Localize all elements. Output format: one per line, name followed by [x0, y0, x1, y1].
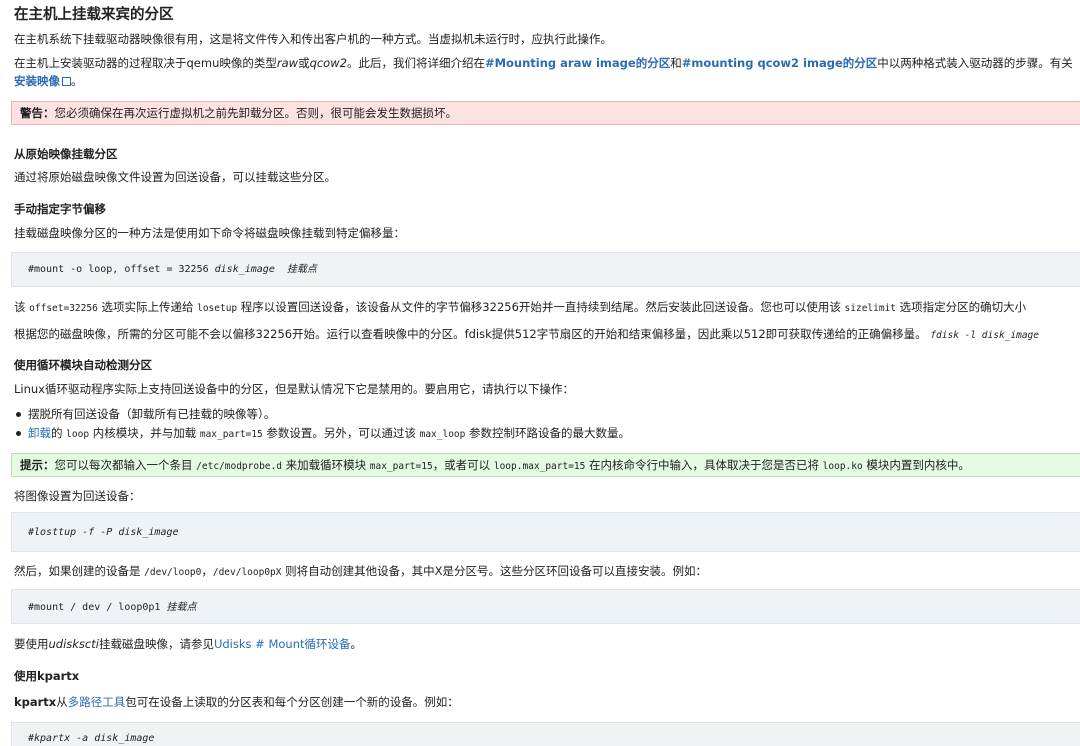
text: 挂载磁盘映像，请参见 [98, 637, 214, 651]
section-text-loop-module: Linux循环驱动程序实际上支持回送设备中的分区，但是默认情况下它是禁用的。要启… [14, 382, 574, 396]
text: 则将自动创建其他设备，其中X是分区号。这些分区环回设备可以直接安装。例如： [281, 564, 708, 578]
warning-box: 警告：您必须确保在再次运行虚拟机之前先卸载分区。否则，很可能会发生数据损坏。 [11, 101, 1080, 125]
text: 然后，如果创建的设备是 [14, 564, 145, 578]
link-udisks-mount[interactable]: Udisks # Mount循环设备 [214, 637, 351, 651]
inline-code-max-loop: max_loop [419, 429, 466, 440]
text-raw: raw [276, 56, 299, 70]
link-multipath-tools[interactable]: 多路径工具 [68, 695, 126, 709]
link-unload[interactable]: 卸载 [28, 426, 51, 440]
intro-paragraph-2-cont: 安装映像。 [14, 73, 83, 89]
steps-list: 摆脱所有回送设备（卸载所有已挂载的映像等）。 卸载的 loop 内核模块，并与加… [14, 405, 630, 444]
text: 在主机上安装驱动器的过程取决于qemu映像的类型 [14, 56, 277, 70]
text: 从 [56, 695, 68, 709]
text: 。 [71, 74, 83, 88]
text: 选项实际上传递给 [97, 300, 198, 314]
text-qcow2: qcow2 [309, 56, 347, 70]
text: 或 [298, 56, 310, 70]
inline-code-fdisk: fdisk -l disk_image [930, 330, 1039, 341]
text: 参数设置。另外，可以通过该 [262, 426, 420, 440]
intro-paragraph-2: 在主机上安装驱动器的过程取决于qemu映像的类型raw或qcow2。此后，我们将… [14, 55, 1073, 71]
code-text: #losttup -f -P [28, 527, 119, 538]
text: 要使用 [14, 637, 49, 651]
inline-code-loop0: /dev/loop0 [144, 567, 202, 578]
text: 。 [350, 637, 363, 651]
external-link-icon [62, 77, 71, 86]
text: 的 [51, 426, 67, 440]
text: 您可以每次都输入一个条目 [54, 458, 197, 472]
inline-code-max-part: max_part=15 [199, 429, 263, 440]
section-heading-raw-image: 从原始映像挂载分区 [14, 147, 118, 161]
warning-label: 警告： [20, 106, 55, 120]
text: 参数控制环路设备的最大数量。 [465, 426, 631, 440]
text: 根据您的磁盘映像，所需的分区可能不会以偏移32256开始。运行以查看映像中的分区… [14, 327, 927, 341]
section-heading-loop-module: 使用循环模块自动检测分区 [14, 358, 152, 372]
code-block-kpartx: #kpartx -a disk_image [11, 722, 1080, 746]
page-title: 在主机上挂载来宾的分区 [14, 7, 174, 23]
link-mount-image[interactable]: 安装映像 [14, 74, 71, 88]
code-mount-point: 挂载点 [286, 264, 317, 275]
inline-code-losetup: losetup [197, 303, 238, 314]
text: 包可在设备上读取的分区表和每个分区创建一个新的设备。例如： [125, 695, 459, 709]
text: 内核模块，并与加载 [89, 426, 200, 440]
text: 和 [670, 56, 682, 70]
code-disk-image: disk_image [118, 527, 179, 538]
paragraph-udisks: 要使用udiskscti挂载磁盘映像，请参见Udisks # Mount循环设备… [14, 636, 362, 652]
text: 该 [14, 300, 30, 314]
inline-code-loop: loop [66, 429, 90, 440]
link-mounting-raw[interactable]: #Mounting araw image的分区 [485, 56, 670, 70]
code-disk-image: disk_image [214, 264, 275, 275]
link-mount-image-label: 安装映像 [14, 74, 60, 88]
text-udiskscti: udiskscti [48, 637, 99, 651]
paragraph-kpartx: kpartx从多路径工具包可在设备上读取的分区表和每个分区创建一个新的设备。例如… [14, 694, 459, 710]
text: ， [201, 564, 213, 578]
text: 程序以设置回送设备，该设备从文件的字节偏移32256开始并一直持续到结尾。然后安… [237, 300, 845, 314]
code-block-losetup: #losttup -f -P disk_image [11, 512, 1080, 552]
inline-code-offset: offset=32256 [29, 303, 98, 314]
text: 选项指定分区的确切大小 [896, 300, 1027, 314]
section-text-offset: 挂载磁盘映像分区的一种方法是使用如下命令将磁盘映像挂载到特定偏移量： [14, 226, 405, 240]
paragraph-offset-explain: 该 offset=32256 选项实际上传递给 losetup 程序以设置回送设… [14, 299, 1026, 317]
text: 模块内置到内核中。 [862, 458, 970, 472]
list-item: 摆脱所有回送设备（卸载所有已挂载的映像等）。 [14, 405, 630, 424]
code-mount-point: 挂载点 [166, 602, 197, 613]
list-item: 卸载的 loop 内核模块，并与加载 max_part=15 参数设置。另外，可… [14, 424, 630, 444]
warning-text: 您必须确保在再次运行虚拟机之前先卸载分区。否则，很可能会发生数据损坏。 [54, 106, 458, 120]
inline-code-modprobe: /etc/modprobe.d [196, 461, 282, 472]
tip-label: 提示： [20, 458, 55, 472]
paragraph-fdisk: 根据您的磁盘映像，所需的分区可能不会以偏移32256开始。运行以查看映像中的分区… [14, 326, 1039, 344]
inline-code-loop-max-part: loop.max_part=15 [493, 461, 586, 472]
inline-code-sizelimit: sizelimit [844, 303, 897, 314]
code-disk-image: disk_image [94, 733, 155, 744]
intro-paragraph-1: 在主机系统下挂载驱动器映像很有用，这是将文件传入和传出客户机的一种方式。当虚拟机… [14, 32, 612, 46]
inline-code-loop-ko: loop.ko [822, 461, 863, 472]
code-block-mount-loop: #mount / dev / loop0p1 挂载点 [11, 589, 1080, 624]
text: 在内核命令行中输入，具体取决于您是否已将 [585, 458, 823, 472]
text: ，或者可以 [432, 458, 494, 472]
section-heading-kpartx: 使用kpartx [14, 669, 80, 683]
inline-code-max-part: max_part=15 [369, 461, 433, 472]
paragraph-then: 然后，如果创建的设备是 /dev/loop0，/dev/loop0pX 则将自动… [14, 563, 707, 581]
tip-box: 提示：您可以每次都输入一个条目 /etc/modprobe.d 来加载循环模块 … [11, 453, 1080, 477]
text: 中以两种格式装入驱动器的步骤。有关 [877, 56, 1073, 70]
section-heading-offset: 手动指定字节偏移 [14, 202, 106, 216]
page: 在主机上挂载来宾的分区 在主机系统下挂载驱动器映像很有用，这是将文件传入和传出客… [0, 0, 1080, 746]
link-mounting-qcow2[interactable]: #mounting qcow2 image的分区 [682, 56, 878, 70]
text: 来加载循环模块 [281, 458, 370, 472]
text: 。此后，我们将详细介绍在 [346, 56, 485, 70]
paragraph-set-loop: 将图像设置为回送设备： [14, 489, 141, 503]
text-kpartx: kpartx [14, 695, 57, 709]
code-text: #kpartx -a [28, 733, 95, 744]
inline-code-loop0px: /dev/loop0pX [212, 567, 282, 578]
section-text-raw-image: 通过将原始磁盘映像文件设置为回送设备，可以挂载这些分区。 [14, 170, 336, 184]
code-text: #mount -o loop, offset = 32256 [28, 264, 215, 275]
code-text: #mount / dev / loop0p1 [28, 602, 167, 613]
code-block-mount-offset: #mount -o loop, offset = 32256 disk_imag… [11, 252, 1080, 287]
